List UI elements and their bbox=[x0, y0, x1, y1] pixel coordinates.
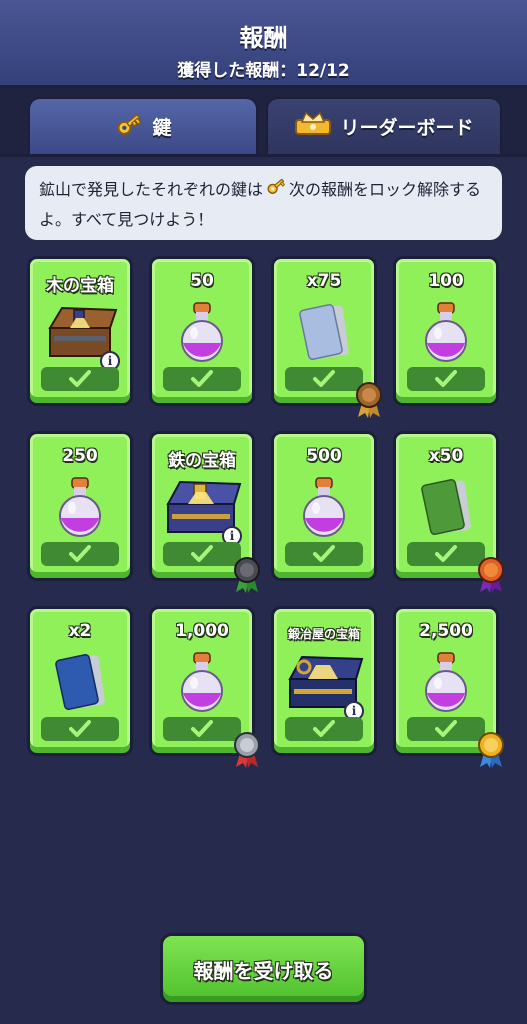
claimed-check-bar bbox=[285, 717, 363, 741]
reward-label: 500 bbox=[306, 446, 342, 466]
card-pack-icon bbox=[396, 472, 496, 540]
page-title: 報酬 bbox=[239, 24, 288, 52]
reward-label: 100 bbox=[428, 271, 464, 291]
rewards-progress: 獲得した報酬：12/12 bbox=[177, 61, 350, 81]
key-icon bbox=[265, 175, 287, 206]
silver-medal-icon bbox=[232, 731, 262, 769]
bronze-medal-icon bbox=[354, 381, 384, 419]
check-icon bbox=[69, 370, 91, 387]
orange-medal-icon bbox=[476, 556, 506, 594]
header: 報酬 獲得した報酬：12/12 bbox=[0, 0, 527, 88]
tab-keys-label: 鍵 bbox=[152, 117, 172, 139]
check-icon bbox=[435, 720, 457, 737]
dark-medal-icon bbox=[232, 556, 262, 594]
reward-label: 1,000 bbox=[175, 621, 229, 641]
card-pack-icon bbox=[30, 647, 130, 715]
reward-card[interactable]: 250 bbox=[27, 431, 133, 581]
reward-card[interactable]: 木の宝箱 i bbox=[27, 256, 133, 406]
check-icon bbox=[313, 370, 335, 387]
claimed-check-bar bbox=[163, 367, 241, 391]
card-pack-icon bbox=[274, 297, 374, 365]
check-icon bbox=[435, 545, 457, 562]
info-message: 鉱山で発見したそれぞれの鍵は 次の報酬をロック解除するよ。すべて見つけよう！ bbox=[25, 166, 502, 240]
claimed-check-bar bbox=[285, 367, 363, 391]
check-icon bbox=[313, 545, 335, 562]
check-icon bbox=[191, 545, 213, 562]
check-icon bbox=[69, 545, 91, 562]
check-icon bbox=[191, 370, 213, 387]
potion-icon bbox=[30, 472, 130, 540]
tab-leaderboard[interactable]: リーダーボード bbox=[266, 97, 502, 154]
claimed-check-bar bbox=[285, 542, 363, 566]
claimed-check-bar bbox=[407, 367, 485, 391]
reward-label: x75 bbox=[306, 271, 342, 291]
reward-label: x2 bbox=[68, 621, 92, 641]
reward-label: 鉄の宝箱 bbox=[168, 451, 236, 471]
potion-icon bbox=[396, 297, 496, 365]
reward-label: 250 bbox=[62, 446, 98, 466]
claimed-check-bar bbox=[41, 542, 119, 566]
claimed-check-bar bbox=[407, 717, 485, 741]
tab-leaderboard-label: リーダーボード bbox=[340, 117, 474, 139]
claimed-check-bar bbox=[163, 542, 241, 566]
reward-card[interactable]: 鍛冶屋の宝箱 i bbox=[271, 606, 377, 756]
gold-medal-icon bbox=[476, 731, 506, 769]
reward-card[interactable]: 500 bbox=[271, 431, 377, 581]
reward-label: x50 bbox=[428, 446, 464, 466]
check-icon bbox=[435, 370, 457, 387]
claimed-check-bar bbox=[407, 542, 485, 566]
reward-label: 木の宝箱 bbox=[46, 276, 114, 296]
reward-label: 鍛冶屋の宝箱 bbox=[287, 627, 360, 641]
claimed-check-bar bbox=[41, 367, 119, 391]
reward-label: 2,500 bbox=[419, 621, 473, 641]
reward-label: 50 bbox=[190, 271, 214, 291]
check-icon bbox=[313, 720, 335, 737]
potion-icon bbox=[152, 297, 252, 365]
reward-card[interactable]: 100 bbox=[393, 256, 499, 406]
tab-keys[interactable]: 鍵 bbox=[28, 97, 258, 154]
potion-icon bbox=[274, 472, 374, 540]
info-text-before: 鉱山で発見したそれぞれの鍵は bbox=[39, 180, 264, 199]
claimed-check-bar bbox=[163, 717, 241, 741]
potion-icon bbox=[396, 647, 496, 715]
tab-divider bbox=[0, 154, 527, 157]
crown-icon bbox=[294, 110, 332, 143]
claim-rewards-label: 報酬を受け取る bbox=[193, 958, 334, 983]
key-icon bbox=[114, 109, 144, 144]
check-icon bbox=[191, 720, 213, 737]
reward-card[interactable]: x2 bbox=[27, 606, 133, 756]
claimed-check-bar bbox=[41, 717, 119, 741]
reward-card[interactable]: 50 bbox=[149, 256, 255, 406]
check-icon bbox=[69, 720, 91, 737]
claim-rewards-button[interactable]: 報酬を受け取る bbox=[160, 933, 367, 1005]
potion-icon bbox=[152, 647, 252, 715]
